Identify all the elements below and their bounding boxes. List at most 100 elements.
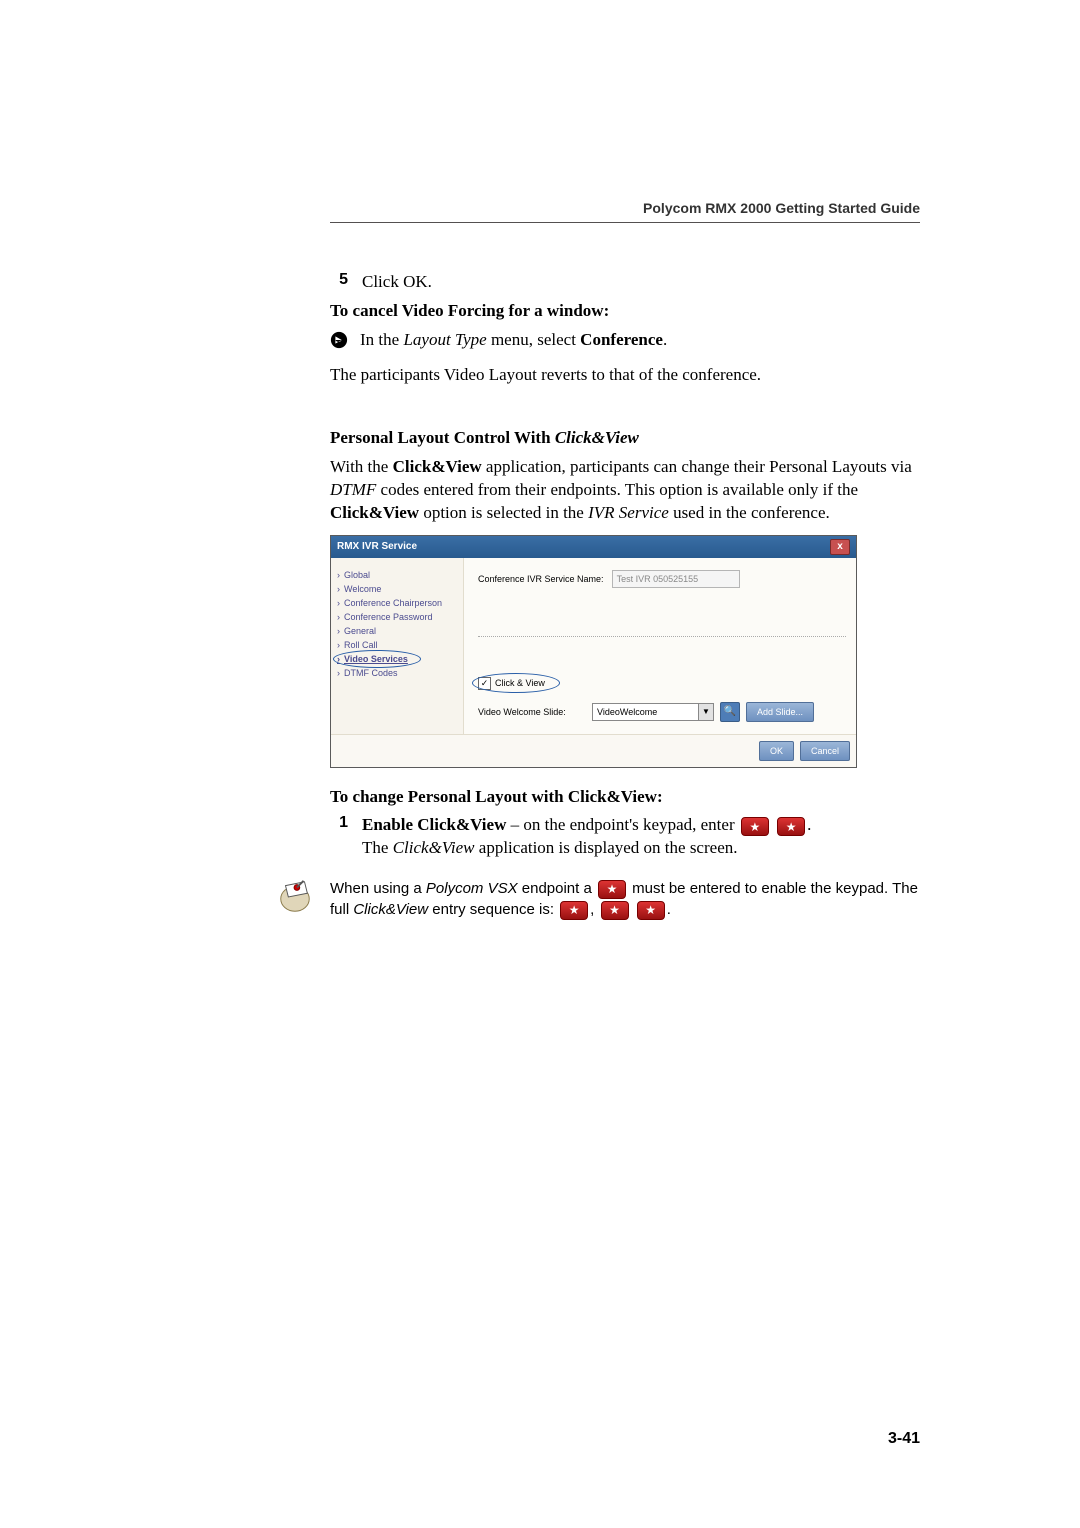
note-text: When using a Polycom VSX endpoint a ★ mu… xyxy=(330,878,920,921)
add-slide-button[interactable]: Add Slide... xyxy=(746,702,814,722)
sidebar-item-password[interactable]: › Conference Password xyxy=(337,610,459,624)
step-5: 5 Click OK. xyxy=(330,271,920,294)
note-pin-icon xyxy=(276,878,314,921)
note-block: When using a Polycom VSX endpoint a ★ mu… xyxy=(276,878,920,921)
expand-icon: › xyxy=(337,612,340,622)
page-number: 3-41 xyxy=(888,1430,920,1448)
star-key-icon: ★ xyxy=(741,817,769,836)
text: codes entered from their endpoints. This… xyxy=(376,480,858,499)
service-name-field[interactable]: Test IVR 050525155 xyxy=(612,570,740,588)
text: IVR Service xyxy=(588,503,669,522)
dialog-sidebar: › Global › Welcome › Conference Chairperson… xyxy=(331,558,463,734)
chevron-down-icon: ▼ xyxy=(698,704,713,720)
text: . xyxy=(667,901,671,918)
keypad-star-icon: ★ xyxy=(637,901,665,920)
divider xyxy=(478,636,846,637)
dialog-main-panel: Conference IVR Service Name: Test IVR 05… xyxy=(463,558,856,734)
step-number: 1 xyxy=(330,814,348,832)
expand-icon: › xyxy=(337,640,340,650)
text: . xyxy=(807,815,811,834)
text: DTMF xyxy=(330,480,376,499)
highlight-oval xyxy=(333,650,421,668)
text: When using a xyxy=(330,880,426,897)
sidebar-label: Global xyxy=(344,570,370,580)
sidebar-label: Welcome xyxy=(344,584,381,594)
expand-icon: › xyxy=(337,668,340,678)
sidebar-item-general[interactable]: › General xyxy=(337,624,459,638)
sidebar-item-welcome[interactable]: › Welcome xyxy=(337,582,459,596)
text: used in the conference. xyxy=(669,503,830,522)
text: Click&View xyxy=(353,901,428,918)
keypad-star-icon: ★ xyxy=(601,901,629,920)
star-key-icon: ★ xyxy=(560,901,588,920)
dialog-title-text: RMX IVR Service xyxy=(337,541,417,552)
text: Enable Click&View xyxy=(362,815,506,834)
expand-icon: › xyxy=(337,626,340,636)
step-text: Enable Click&View – on the endpoint's ke… xyxy=(362,814,811,860)
star-key-icon: ★ xyxy=(777,817,805,836)
ok-button[interactable]: OK xyxy=(759,741,794,761)
preview-button[interactable]: 🔍 xyxy=(720,702,740,722)
sidebar-label: Roll Call xyxy=(344,640,378,650)
text: Personal Layouts xyxy=(769,457,887,476)
text: Click&View xyxy=(393,838,475,857)
cancel-bullet-text: In the Layout Type menu, select Conferen… xyxy=(360,329,667,352)
sidebar-item-rollcall[interactable]: › Roll Call xyxy=(337,638,459,652)
dialog-titlebar: RMX IVR Service x xyxy=(331,536,856,558)
text: Click&View xyxy=(393,457,482,476)
slide-label: Video Welcome Slide: xyxy=(478,707,586,717)
expand-icon: › xyxy=(337,584,340,594)
text: menu, select xyxy=(487,330,580,349)
ivr-service-dialog: RMX IVR Service x › Global › Welcome › Conf… xyxy=(330,535,857,768)
text: – on the endpoint's keypad, enter xyxy=(506,815,739,834)
text: entry sequence is: xyxy=(428,901,558,918)
star-key-icon: ★ xyxy=(598,880,626,899)
text xyxy=(631,901,635,918)
highlight-oval xyxy=(472,673,560,693)
cancel-button[interactable]: Cancel xyxy=(800,741,850,761)
sidebar-label: Conference Chairperson xyxy=(344,598,442,608)
sidebar-item-video-services[interactable]: ›Video Services xyxy=(337,652,459,666)
expand-icon: › xyxy=(337,570,340,580)
sidebar-item-global[interactable]: › Global xyxy=(337,568,459,582)
sidebar-label: DTMF Codes xyxy=(344,668,398,678)
sidebar-label: Conference Password xyxy=(344,612,433,622)
layout-type-italic: Layout Type xyxy=(403,330,486,349)
text: With the xyxy=(330,457,393,476)
step-1-enable: 1 Enable Click&View – on the endpoint's … xyxy=(330,814,920,860)
text: option is selected in the xyxy=(419,503,588,522)
keypad-star-icon: ★ xyxy=(598,880,626,899)
service-name-label: Conference IVR Service Name: xyxy=(478,574,604,584)
star-key-icon: ★ xyxy=(601,901,629,920)
text: application, participants can change the… xyxy=(482,457,769,476)
personal-paragraph: With the Click&View application, partici… xyxy=(330,456,920,525)
sidebar-item-dtmf[interactable]: › DTMF Codes xyxy=(337,666,459,680)
text: Click&View xyxy=(330,503,419,522)
step-text: Click OK. xyxy=(362,271,432,294)
text: . xyxy=(663,330,667,349)
text: , xyxy=(590,901,598,918)
slide-select[interactable]: VideoWelcome ▼ xyxy=(592,703,714,721)
text: application is displayed on the screen. xyxy=(475,838,738,857)
text: Polycom VSX xyxy=(426,880,518,897)
keypad-star-icon: ★ xyxy=(741,817,769,836)
text: via xyxy=(887,457,912,476)
click-view-checkbox-row[interactable]: ✓ Click & View xyxy=(478,677,545,690)
cancel-bullet: In the Layout Type menu, select Conferen… xyxy=(330,329,920,358)
slide-select-value: VideoWelcome xyxy=(597,707,657,717)
page-header: Polycom RMX 2000 Getting Started Guide xyxy=(330,200,920,223)
step-number: 5 xyxy=(330,271,348,289)
star-key-icon: ★ xyxy=(637,901,665,920)
sidebar-label: General xyxy=(344,626,376,636)
personal-heading: Personal Layout Control With Click&View xyxy=(330,427,920,450)
change-heading: To change Personal Layout with Click&Vie… xyxy=(330,786,920,809)
text: The xyxy=(362,838,393,857)
dialog-close-button[interactable]: x xyxy=(830,539,850,555)
cancel-heading: To cancel Video Forcing for a window: xyxy=(330,300,920,323)
keypad-star-icon: ★ xyxy=(777,817,805,836)
cancel-after-text: The participants Video Layout reverts to… xyxy=(330,364,920,387)
sidebar-item-chairperson[interactable]: › Conference Chairperson xyxy=(337,596,459,610)
clickview-italic: Click&View xyxy=(555,428,639,447)
text: endpoint a xyxy=(518,880,596,897)
expand-icon: › xyxy=(337,598,340,608)
